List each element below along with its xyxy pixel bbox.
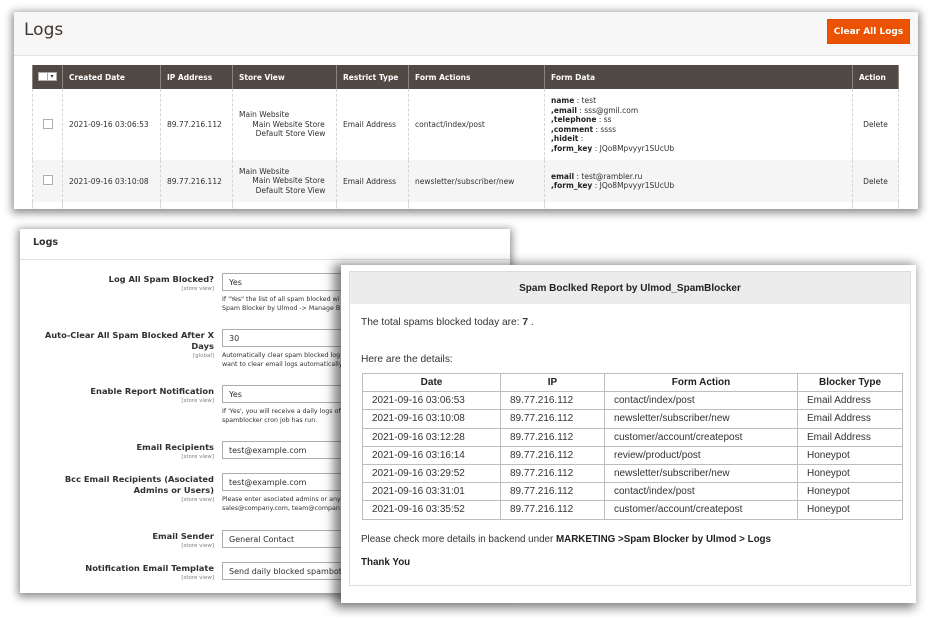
column-header-form-data[interactable]: Form Data <box>544 65 853 89</box>
store-view-cell: Main Website Main Website Store Default … <box>232 89 337 160</box>
report-blocker-type-cell: Honeypot <box>797 500 903 520</box>
report-row: 2021-09-16 03:12:28 89.77.216.112 customer… <box>362 427 903 447</box>
chevron-down-icon[interactable]: ▾ <box>48 71 57 81</box>
report-blocker-type-cell: Email Address <box>797 391 903 411</box>
report-blocker-type-cell: Honeypot <box>797 445 903 465</box>
divider <box>20 259 510 260</box>
mass-select-header[interactable]: ▾ <box>32 65 63 89</box>
delete-link[interactable]: Delete <box>852 89 899 160</box>
report-date-cell: 2021-09-16 03:29:52 <box>362 463 501 484</box>
report-form-action-cell: newsletter/subscriber/new <box>604 409 798 429</box>
report-form-action-cell: customer/account/createpost <box>604 427 798 447</box>
spam-report-email: Spam Boclked Report by Ulmod_SpamBlocker… <box>341 265 916 603</box>
report-blocker-type-cell: Email Address <box>797 427 903 447</box>
store-view-cell: Main Website Main Website Store Default … <box>232 160 337 202</box>
report-date-cell: 2021-09-16 03:06:53 <box>362 391 501 411</box>
mass-select-checkbox[interactable] <box>38 71 48 81</box>
form-data-line: ,telephone : ss <box>551 115 612 124</box>
form-data-line: name : test <box>551 96 597 105</box>
form-data-line: ,hideit : <box>551 134 584 143</box>
report-date-cell: 2021-09-16 03:31:01 <box>362 482 501 502</box>
created-date-cell: 2021-09-16 03:10:08 <box>62 160 161 202</box>
report-row: 2021-09-16 03:29:52 89.77.216.112 newslett… <box>362 463 903 484</box>
report-ip-cell: 89.77.216.112 <box>500 482 605 502</box>
column-header-created-date[interactable]: Created Date <box>62 65 161 89</box>
created-date-cell: 2021-09-16 03:06:53 <box>62 89 161 160</box>
form-data-cell: name : test ,email : sss@gmil.com ,telepho… <box>544 89 853 160</box>
section-title: Logs <box>33 237 59 248</box>
column-header-ip-address[interactable]: IP Address <box>160 65 233 89</box>
report-ip-cell: 89.77.216.112 <box>500 391 605 411</box>
table-row: 2021-09-16 03:06:53 89.77.216.112 Main W… <box>32 89 899 160</box>
column-header-form-actions[interactable]: Form Actions <box>408 65 545 89</box>
report-ip-cell: 89.77.216.112 <box>500 445 605 465</box>
form-data-line: ,email : sss@gmil.com <box>551 105 639 115</box>
report-form-action-cell: contact/index/post <box>604 482 798 502</box>
report-col-date: Date <box>362 372 501 393</box>
mass-select-dropdown[interactable]: ▾ <box>38 71 57 81</box>
report-blocker-type-cell: Honeypot <box>797 463 903 484</box>
report-ip-cell: 89.77.216.112 <box>500 500 605 520</box>
report-date-cell: 2021-09-16 03:35:52 <box>362 500 501 520</box>
report-date-cell: 2021-09-16 03:12:28 <box>362 427 501 447</box>
table-row: 2021-09-16 03:10:08 89.77.216.112 Main W… <box>32 160 899 202</box>
report-row: 2021-09-16 03:31:01 89.77.216.112 contact/… <box>362 482 903 502</box>
report-row: 2021-09-16 03:16:14 89.77.216.112 review/p… <box>362 445 903 465</box>
report-col-form-action: Form Action <box>604 372 798 393</box>
logs-table: ▾ Created Date IP Address Store View Res… <box>32 65 899 209</box>
report-form-action-cell: customer/account/createpost <box>604 500 798 520</box>
form-data-line: email : test@rambler.ru <box>551 171 643 181</box>
report-row: 2021-09-16 03:35:52 89.77.216.112 customer… <box>362 500 903 520</box>
row-checkbox[interactable] <box>42 118 53 129</box>
thanks-text: Thank You <box>361 557 411 568</box>
report-col-ip: IP <box>500 372 605 393</box>
report-row: 2021-09-16 03:06:53 89.77.216.112 contact/… <box>362 391 903 411</box>
report-blocker-type-cell: Email Address <box>797 409 903 429</box>
report-total: The total spams blocked today are: 7 . <box>361 317 534 328</box>
report-row: 2021-09-16 03:10:08 89.77.216.112 newslett… <box>362 409 903 429</box>
ip-cell: 89.77.216.112 <box>160 89 233 160</box>
form-data-cell: email : test@rambler.ru ,form_key : JQo8M… <box>544 160 853 202</box>
ip-cell: 89.77.216.112 <box>160 160 233 202</box>
report-col-blocker-type: Blocker Type <box>797 372 903 393</box>
form-data-line: ,form_key : JQo8Mpvyyr1SUcUb <box>551 143 675 153</box>
restrict-type-cell: Email Address <box>336 160 409 202</box>
backend-note: Please check more details in backend und… <box>361 534 771 545</box>
logs-grid-panel: Logs Clear All Logs ▾ Created Date IP Ad… <box>14 12 918 209</box>
details-label: Here are the details: <box>361 354 453 365</box>
report-ip-cell: 89.77.216.112 <box>500 427 605 447</box>
form-data-line: ,form_key : JQo8Mpvyyr1SUcUb <box>551 181 675 190</box>
report-table: Date IP Form Action Blocker Type 2021-09… <box>362 372 903 520</box>
page-header: Logs Clear All Logs <box>14 12 918 56</box>
page-title: Logs <box>24 20 64 40</box>
restrict-type-cell: Email Address <box>336 89 409 160</box>
report-form-action-cell: newsletter/subscriber/new <box>604 463 798 484</box>
report-ip-cell: 89.77.216.112 <box>500 463 605 484</box>
column-header-store-view[interactable]: Store View <box>232 65 337 89</box>
clear-all-logs-button[interactable]: Clear All Logs <box>827 19 910 44</box>
row-checkbox[interactable] <box>42 175 53 185</box>
table-row-partial <box>32 202 899 209</box>
report-date-cell: 2021-09-16 03:10:08 <box>362 409 501 429</box>
column-header-restrict-type[interactable]: Restrict Type <box>336 65 409 89</box>
form-action-cell: newsletter/subscriber/new <box>408 160 545 202</box>
delete-link[interactable]: Delete <box>852 160 899 202</box>
column-header-action: Action <box>852 65 899 89</box>
report-form-action-cell: contact/index/post <box>604 391 798 411</box>
report-form-action-cell: review/product/post <box>604 445 798 465</box>
report-ip-cell: 89.77.216.112 <box>500 409 605 429</box>
report-date-cell: 2021-09-16 03:16:14 <box>362 445 501 465</box>
report-blocker-type-cell: Honeypot <box>797 482 903 502</box>
form-data-line: ,comment : ssss <box>551 124 617 134</box>
report-header: Spam Boclked Report by Ulmod_SpamBlocker <box>350 272 910 304</box>
form-action-cell: contact/index/post <box>408 89 545 160</box>
